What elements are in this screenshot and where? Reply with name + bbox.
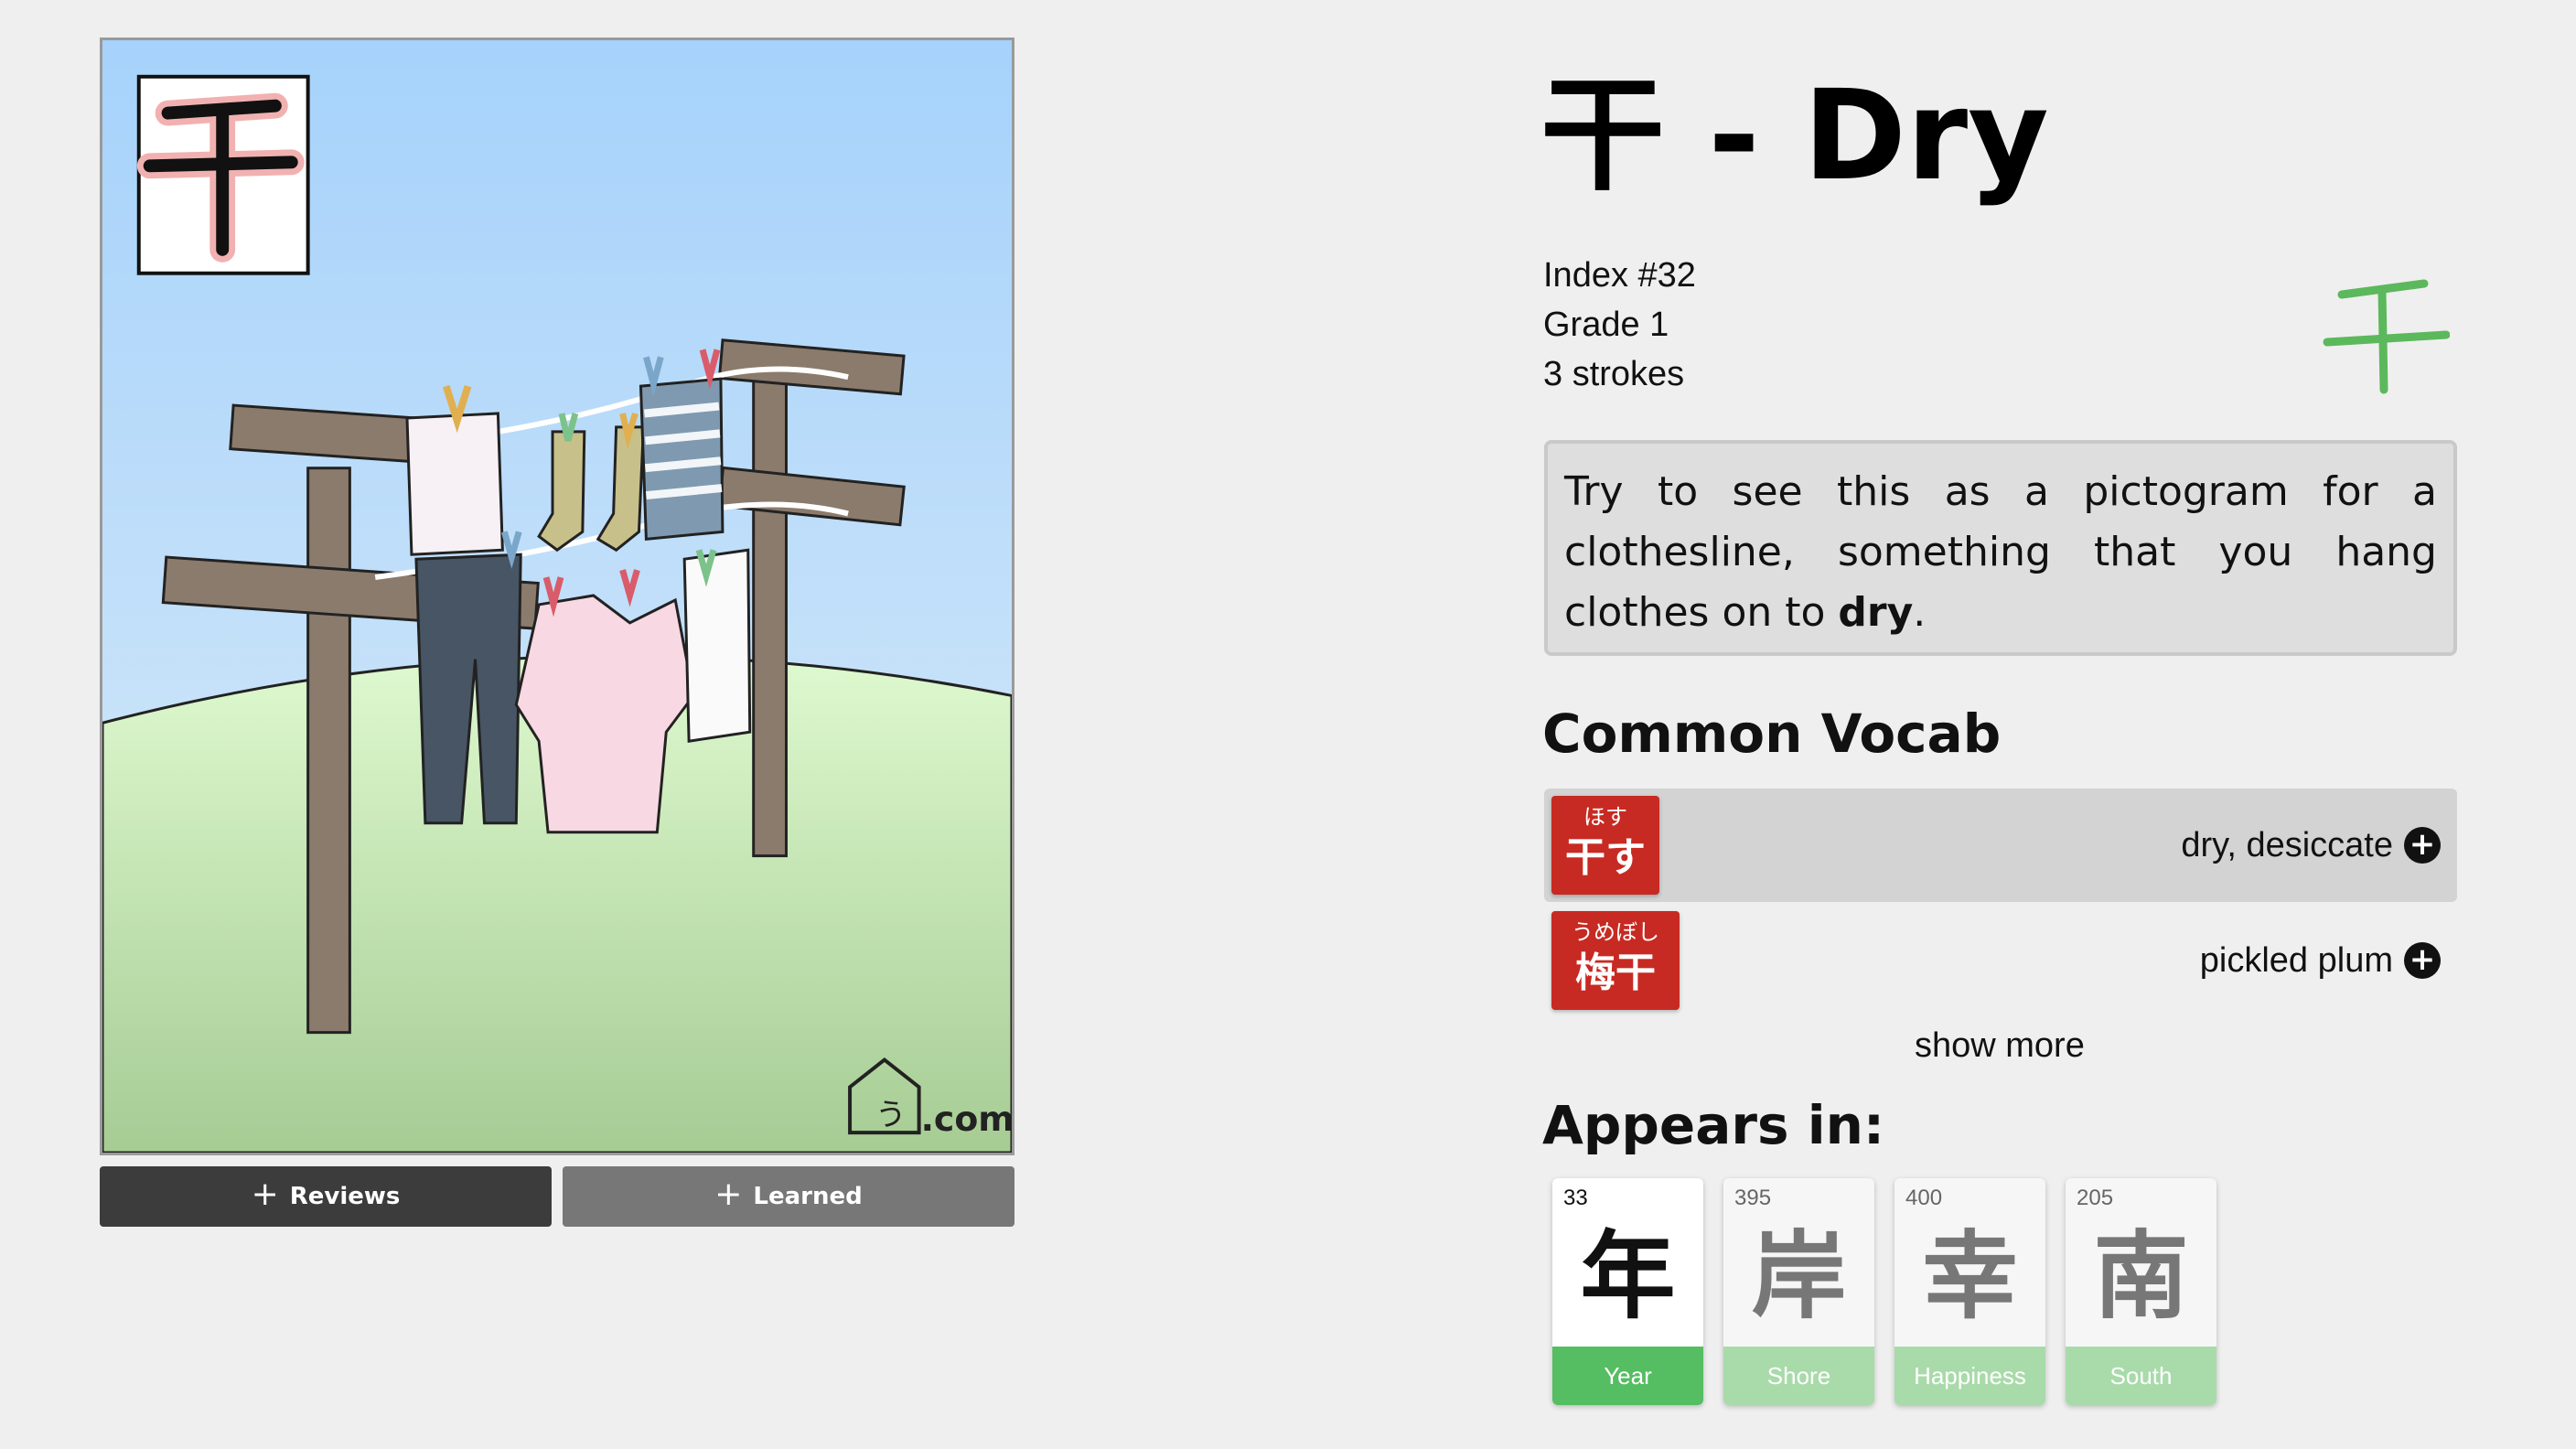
vocab-meaning: dry, desiccate [2181,825,2393,864]
kanji-index: Index #32 [1543,256,1696,295]
appears-in-heading: Appears in: [1542,1094,1885,1156]
vocab-row[interactable]: ほす 干す dry, desiccate + [1544,789,2457,902]
kanji-card-meaning: South [2066,1347,2216,1405]
mnemonic-end: . [1913,589,1927,636]
kanji-grade: Grade 1 [1543,306,1669,344]
vocab-row[interactable]: うめぼし 梅干 pickled plum + [1544,904,2457,1017]
kanji-detail-page: う .com + Reviews + Learned 干 - Dry Index… [0,0,2576,1449]
action-buttons: + Reviews + Learned [100,1166,1014,1227]
vocab-word-chip[interactable]: うめぼし 梅干 [1551,911,1680,1010]
kanji-card-meaning: Year [1552,1347,1703,1405]
vocab-word: 干す [1565,834,1646,881]
vocab-word-chip[interactable]: ほす 干す [1551,796,1659,895]
kanji-meta: Index #32 Grade 1 3 strokes [1543,251,1696,399]
vocab-meaning: pickled plum [2199,940,2393,980]
mark-learned-button[interactable]: + Learned [563,1166,1014,1227]
vocab-word: 梅干 [1575,950,1656,996]
watermark-text: .com [921,1099,1012,1139]
kanji-card-number: 33 [1563,1186,1588,1210]
mnemonic-text: Try to see this as a pictogram for a clo… [1564,468,2437,636]
kanji-card[interactable]: 400 幸 Happiness [1894,1178,2045,1405]
reviews-label: Reviews [289,1183,401,1210]
kanji-card[interactable]: 33 年 Year [1552,1178,1703,1405]
vocab-furigana: うめぼし [1572,919,1659,945]
kanji-card-glyph: 幸 [1922,1220,2018,1332]
kanji-card[interactable]: 205 南 South [2066,1178,2216,1405]
show-more-link[interactable]: show more [1915,1021,2085,1070]
add-vocab-icon[interactable]: + [2404,827,2441,864]
add-to-reviews-button[interactable]: + Reviews [100,1166,552,1227]
kanji-card-number: 400 [1905,1186,1943,1210]
stroke-order-glyph[interactable] [2322,258,2450,395]
appears-in-list: 33 年 Year 395 岸 Shore 400 幸 Happiness 20… [1552,1178,2216,1405]
kanji-card-number: 205 [2077,1186,2114,1210]
kanji-card-number: 395 [1734,1186,1772,1210]
vocab-furigana: ほす [1583,804,1627,830]
clothesline-illustration: う .com [102,40,1012,1153]
kanji-card-meaning: Shore [1723,1347,1874,1405]
kanji-card-glyph: 岸 [1751,1220,1847,1332]
plus-icon: + [714,1175,743,1213]
common-vocab-heading: Common Vocab [1542,703,2002,765]
add-vocab-icon[interactable]: + [2404,942,2441,979]
kanji-card[interactable]: 395 岸 Shore [1723,1178,1874,1405]
kanji-card-glyph: 南 [2093,1220,2189,1332]
svg-text:う: う [875,1097,907,1132]
kanji-card-meaning: Happiness [1894,1347,2045,1405]
plus-icon: + [251,1175,279,1213]
kanji-strokes: 3 strokes [1543,355,1685,393]
mnemonic-keyword: dry [1838,589,1914,636]
mnemonic-illustration: う .com [100,38,1014,1155]
kanji-title: 干 - Dry [1540,64,2049,209]
kanji-card-glyph: 年 [1580,1220,1676,1332]
mnemonic-box: Try to see this as a pictogram for a clo… [1544,440,2457,656]
learned-label: Learned [753,1183,863,1210]
